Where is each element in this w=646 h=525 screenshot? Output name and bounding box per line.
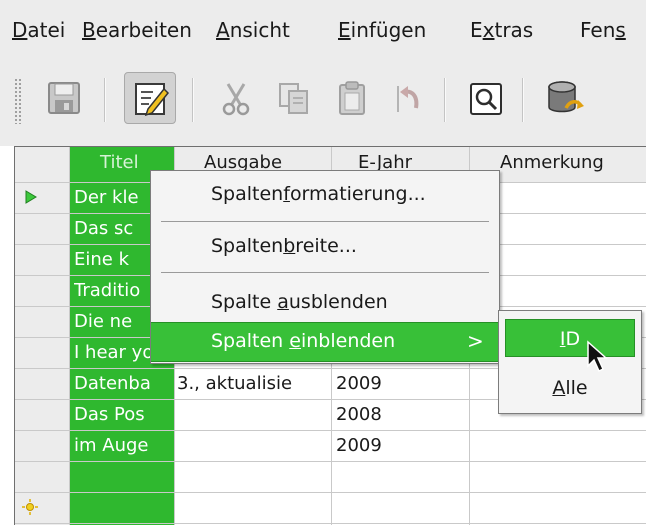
cell-titel[interactable]: Das Pos [74, 404, 172, 425]
save-icon [48, 82, 80, 114]
cell-titel[interactable]: im Auge [74, 435, 172, 456]
menu-item-spaltenformatierung[interactable]: Spaltenformatierung... [151, 175, 499, 215]
mouse-pointer-icon [587, 340, 608, 373]
current-row-indicator-icon [25, 190, 37, 204]
menu-einfuegen[interactable]: Einfügen [338, 18, 426, 42]
toolbar-separator [104, 78, 106, 122]
menu-item-spalte-ausblenden[interactable]: Spalte ausblenden [151, 283, 499, 323]
toolbar-separator [192, 78, 194, 122]
toolbar [0, 56, 646, 146]
data-source-icon [548, 81, 584, 113]
find-icon [470, 83, 502, 115]
paste-button[interactable] [326, 72, 378, 124]
menu-bearbeiten[interactable]: Bearbeiten [82, 18, 192, 42]
paste-icon [339, 81, 365, 115]
copy-icon [279, 83, 308, 114]
undo-button[interactable] [382, 72, 434, 124]
cell-titel[interactable]: Datenba [74, 373, 172, 394]
cell-e-jahr[interactable]: 2009 [336, 435, 466, 456]
cell-ausgabe[interactable]: 3., aktualisie [177, 373, 329, 394]
submenu-item-alle[interactable]: Alle [505, 369, 635, 407]
menu-ansicht[interactable]: Ansicht [216, 18, 290, 42]
cut-icon [222, 83, 250, 116]
column-header-titel[interactable]: Titel [100, 152, 139, 173]
undo-icon [397, 86, 419, 112]
menu-extras[interactable]: Extras [470, 18, 533, 42]
toolbar-separator [444, 78, 446, 122]
toolbar-grip[interactable] [14, 78, 22, 124]
menu-separator [161, 221, 489, 222]
new-record-star-icon [22, 499, 38, 515]
cell-e-jahr[interactable]: 2008 [336, 404, 466, 425]
column-header-anmerkung[interactable]: Anmerkung [500, 152, 604, 173]
spalten-einblenden-submenu: ID Alle [498, 310, 642, 414]
copy-button[interactable] [268, 72, 320, 124]
edit-data-icon [135, 83, 170, 117]
menu-item-spalten-einblenden[interactable]: Spalten einblenden > [151, 322, 499, 362]
submenu-arrow-icon: > [467, 329, 484, 353]
menu-datei[interactable]: Datei [12, 18, 65, 42]
menu-item-spaltenbreite[interactable]: Spaltenbreite... [151, 227, 499, 267]
menu-bar: Datei Bearbeiten Ansicht Einfügen Extras… [0, 0, 646, 56]
save-button[interactable] [38, 72, 90, 124]
cell-e-jahr[interactable]: 2009 [336, 373, 466, 394]
data-source-button[interactable] [538, 72, 590, 124]
column-context-menu: Spaltenformatierung... Spaltenbreite... … [150, 170, 500, 364]
menu-separator [161, 272, 489, 273]
find-record-button[interactable] [460, 72, 512, 124]
submenu-item-id[interactable]: ID [505, 319, 635, 357]
toolbar-separator [522, 78, 524, 122]
cut-button[interactable] [210, 72, 262, 124]
edit-data-button[interactable] [124, 72, 176, 124]
menu-fenster[interactable]: Fens [580, 18, 626, 42]
